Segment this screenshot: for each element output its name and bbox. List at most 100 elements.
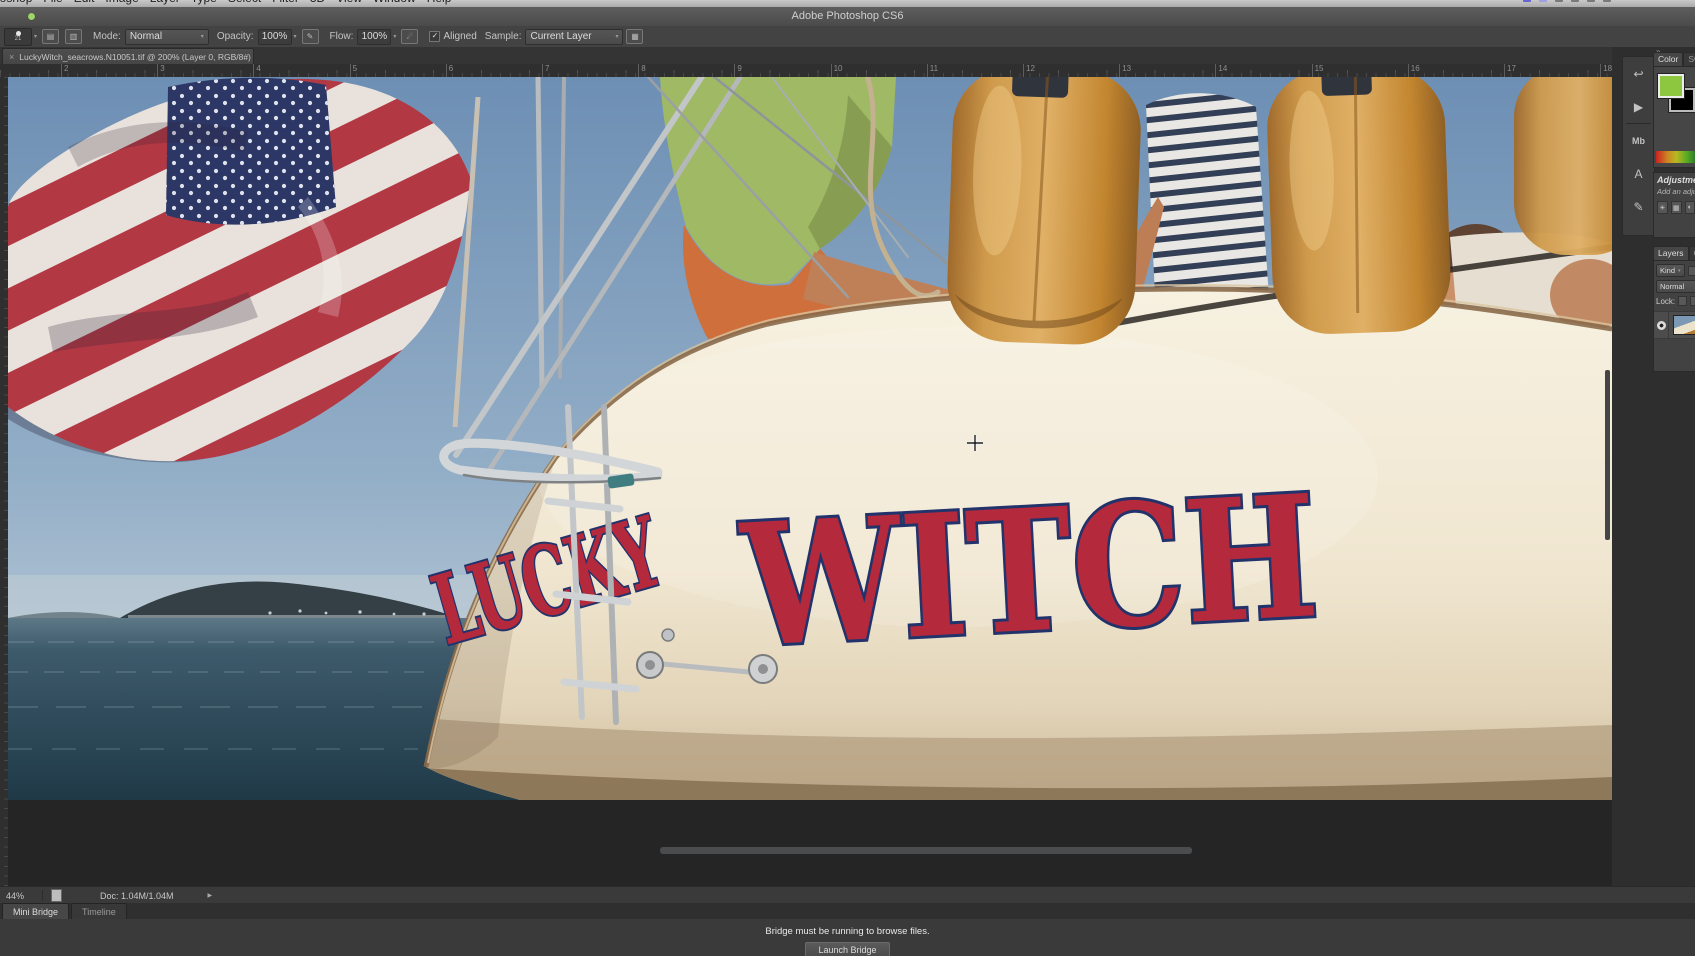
blend-mode-select[interactable]: Normal ▾: [1656, 280, 1695, 293]
layer-row[interactable]: [1654, 311, 1695, 339]
toggle-brush-panel-icon[interactable]: ▤: [42, 29, 60, 44]
color-panel: R G B: [1653, 66, 1695, 168]
mode-caret-icon: ▾: [200, 34, 204, 40]
tab-timeline[interactable]: Timeline: [71, 903, 127, 919]
levels-adjustment-icon[interactable]: ▦: [1670, 201, 1682, 214]
flow-value[interactable]: 100%: [357, 28, 392, 45]
document-tab[interactable]: × LuckyWitch_seacrows.N10051.tif @ 200% …: [2, 48, 254, 65]
opacity-label: Opacity:: [216, 31, 254, 42]
status-separator: [42, 890, 43, 901]
input-source-icon[interactable]: [1522, 0, 1531, 2]
vertical-scrollbar[interactable]: [1605, 370, 1610, 540]
app-title: Adobe Photoshop CS6: [791, 10, 904, 22]
menu-items: Photoshop File Edit Image Layer Type Sel…: [0, 0, 451, 5]
fender-left: [947, 77, 1141, 345]
menu-help[interactable]: Help: [427, 0, 452, 5]
brush-panel-icon[interactable]: ✎: [1623, 190, 1654, 223]
character-panel-icon[interactable]: A: [1623, 157, 1654, 190]
photo-lucky-witch-boat: LUCKY WITCH: [8, 77, 1612, 800]
opacity-value[interactable]: 100%: [257, 28, 292, 45]
mac-menubar: Photoshop File Edit Image Layer Type Sel…: [0, 0, 1695, 7]
flow-caret-icon[interactable]: ▾: [393, 33, 396, 40]
tab-color[interactable]: Color: [1653, 52, 1684, 66]
menubar-clock[interactable]: Mon 11:59 AM: [1619, 0, 1689, 3]
ignore-adjustment-layers-icon[interactable]: ▦: [626, 29, 644, 44]
brush-picker-caret-icon[interactable]: ▾: [34, 33, 37, 40]
status-bar: 44% Doc: 1.04M/1.04M ▶: [0, 886, 1695, 904]
mode-label: Mode:: [93, 31, 121, 42]
tab-close-icon[interactable]: ×: [9, 52, 14, 62]
tab-swatches[interactable]: Sw: [1683, 52, 1695, 66]
canvas-area[interactable]: LUCKY WITCH: [8, 77, 1612, 800]
tab-mini-bridge[interactable]: Mini Bridge: [2, 903, 70, 919]
layer-visibility-toggle[interactable]: [1654, 312, 1669, 338]
kind-value: Kind: [1660, 266, 1676, 275]
fender-right: [1267, 77, 1451, 334]
wifi-icon[interactable]: [1586, 0, 1595, 2]
ruler-horizontal[interactable]: 2 3 4 5 6 7 8 9 10 11 12 13 14 15 16 17 18: [0, 64, 1612, 78]
photoshop-window: Photoshop File Edit Image Layer Type Sel…: [0, 0, 1695, 956]
document-title: LuckyWitch_seacrows.N10051.tif @ 200% (L…: [19, 52, 254, 62]
layer-thumbnail: [1673, 315, 1695, 335]
tablet-pressure-opacity-icon[interactable]: ✎: [301, 29, 319, 44]
blend-mode-value: Normal: [1660, 282, 1685, 291]
adjustments-title: Adjustments: [1657, 175, 1695, 185]
status-options-arrow-icon[interactable]: ▶: [208, 892, 213, 899]
opacity-caret-icon[interactable]: ▾: [294, 33, 297, 40]
sample-caret-icon: ▾: [615, 34, 619, 40]
menu-file[interactable]: File: [43, 0, 62, 5]
menu-edit[interactable]: Edit: [74, 0, 95, 5]
lock-label: Lock:: [1656, 296, 1676, 306]
history-panel-icon[interactable]: ↩: [1623, 57, 1654, 90]
menubar-date[interactable]: Fri 15: [1487, 0, 1515, 3]
adjustments-panel: Adjustments Add an adjustm ☀ ▦ ◐ ▩: [1653, 172, 1695, 238]
bluetooth-icon[interactable]: [1570, 0, 1579, 2]
mini-bridge-panel: Bridge must be running to browse files. …: [0, 919, 1695, 956]
timemachine-icon[interactable]: [1538, 0, 1547, 2]
launch-bridge-button[interactable]: Launch Bridge: [805, 942, 890, 956]
eye-icon: [1656, 320, 1666, 330]
menu-image[interactable]: Image: [105, 0, 138, 5]
airbrush-icon[interactable]: ☄: [401, 29, 419, 44]
flow-label: Flow:: [329, 31, 354, 42]
menu-select[interactable]: Select: [228, 0, 261, 5]
horizontal-scrollbar[interactable]: [660, 847, 1192, 854]
brush-size-value: 21: [14, 36, 22, 42]
foreground-color-swatch[interactable]: [1657, 73, 1685, 99]
curves-adjustment-icon[interactable]: ◐: [1684, 201, 1695, 214]
lock-position-icon[interactable]: [1689, 296, 1695, 306]
filter-pixel-layers-icon[interactable]: [1687, 265, 1695, 276]
shoreline-glint: [128, 615, 458, 618]
volume-icon[interactable]: [1602, 0, 1611, 2]
tab-layers[interactable]: Layers: [1653, 246, 1689, 260]
sample-select[interactable]: Current Layer ▾: [525, 28, 624, 45]
menu-type[interactable]: Type: [191, 0, 217, 5]
brush-preset-picker[interactable]: 21: [4, 27, 32, 46]
tab-channels[interactable]: C: [1688, 246, 1695, 260]
menu-filter[interactable]: Filter: [272, 0, 299, 5]
adjustments-subtitle: Add an adjustm: [1657, 187, 1695, 196]
panels-column: Color Sw R G B Adjustments Add an adjust…: [1653, 52, 1695, 372]
zoom-level-field[interactable]: 44%: [6, 891, 38, 901]
menu-layer[interactable]: Layer: [150, 0, 180, 5]
menu-3d[interactable]: 3D: [310, 0, 325, 5]
actions-panel-icon[interactable]: ▶: [1623, 90, 1654, 123]
layers-panel: Layers C Kind ▾ Normal: [1653, 246, 1695, 372]
brightness-adjustment-icon[interactable]: ☀: [1657, 201, 1668, 214]
toggle-clone-source-panel-icon[interactable]: ▥: [65, 29, 83, 44]
app-titlebar: Adobe Photoshop CS6: [0, 7, 1695, 27]
menu-view[interactable]: View: [336, 0, 362, 5]
mini-bridge-message: Bridge must be running to browse files.: [765, 926, 930, 937]
tool-options-bar: 21 ▾ ▤ ▥ Mode: Normal ▾ Opacity: 100% ▾ …: [0, 26, 1695, 48]
menubar-status-items: Fri 15 Mon 11:59 AM: [1487, 0, 1689, 3]
mini-bridge-panel-icon[interactable]: Mb: [1623, 124, 1654, 157]
menu-window[interactable]: Window: [373, 0, 416, 5]
color-spectrum-ramp[interactable]: [1656, 151, 1695, 163]
menu-photoshop[interactable]: Photoshop: [0, 0, 32, 5]
lock-transparent-icon[interactable]: [1678, 296, 1687, 306]
layer-filter-kind-select[interactable]: Kind ▾: [1656, 264, 1685, 277]
mode-select[interactable]: Normal ▾: [124, 28, 209, 45]
display-icon[interactable]: [1554, 0, 1563, 2]
aligned-checkbox[interactable]: ✓: [429, 31, 441, 42]
bottom-panel-tabs: Mini Bridge Timeline: [0, 903, 1695, 919]
